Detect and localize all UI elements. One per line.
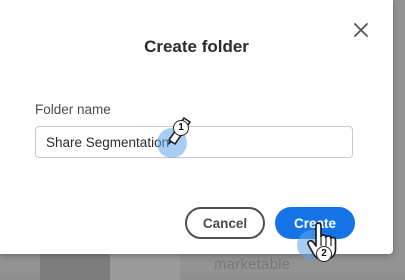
cancel-button[interactable]: Cancel bbox=[185, 207, 265, 239]
background-text: marketable bbox=[214, 256, 291, 273]
create-folder-dialog: Create folder Folder name Cancel Create bbox=[0, 0, 393, 254]
folder-name-input[interactable] bbox=[35, 126, 353, 158]
backdrop-shape bbox=[40, 250, 110, 280]
folder-name-label: Folder name bbox=[35, 102, 111, 117]
backdrop-shape bbox=[110, 250, 180, 280]
step-badge-2: 2 bbox=[316, 246, 332, 262]
step-badge-1: 1 bbox=[173, 120, 189, 136]
dialog-title: Create folder bbox=[144, 37, 249, 56]
